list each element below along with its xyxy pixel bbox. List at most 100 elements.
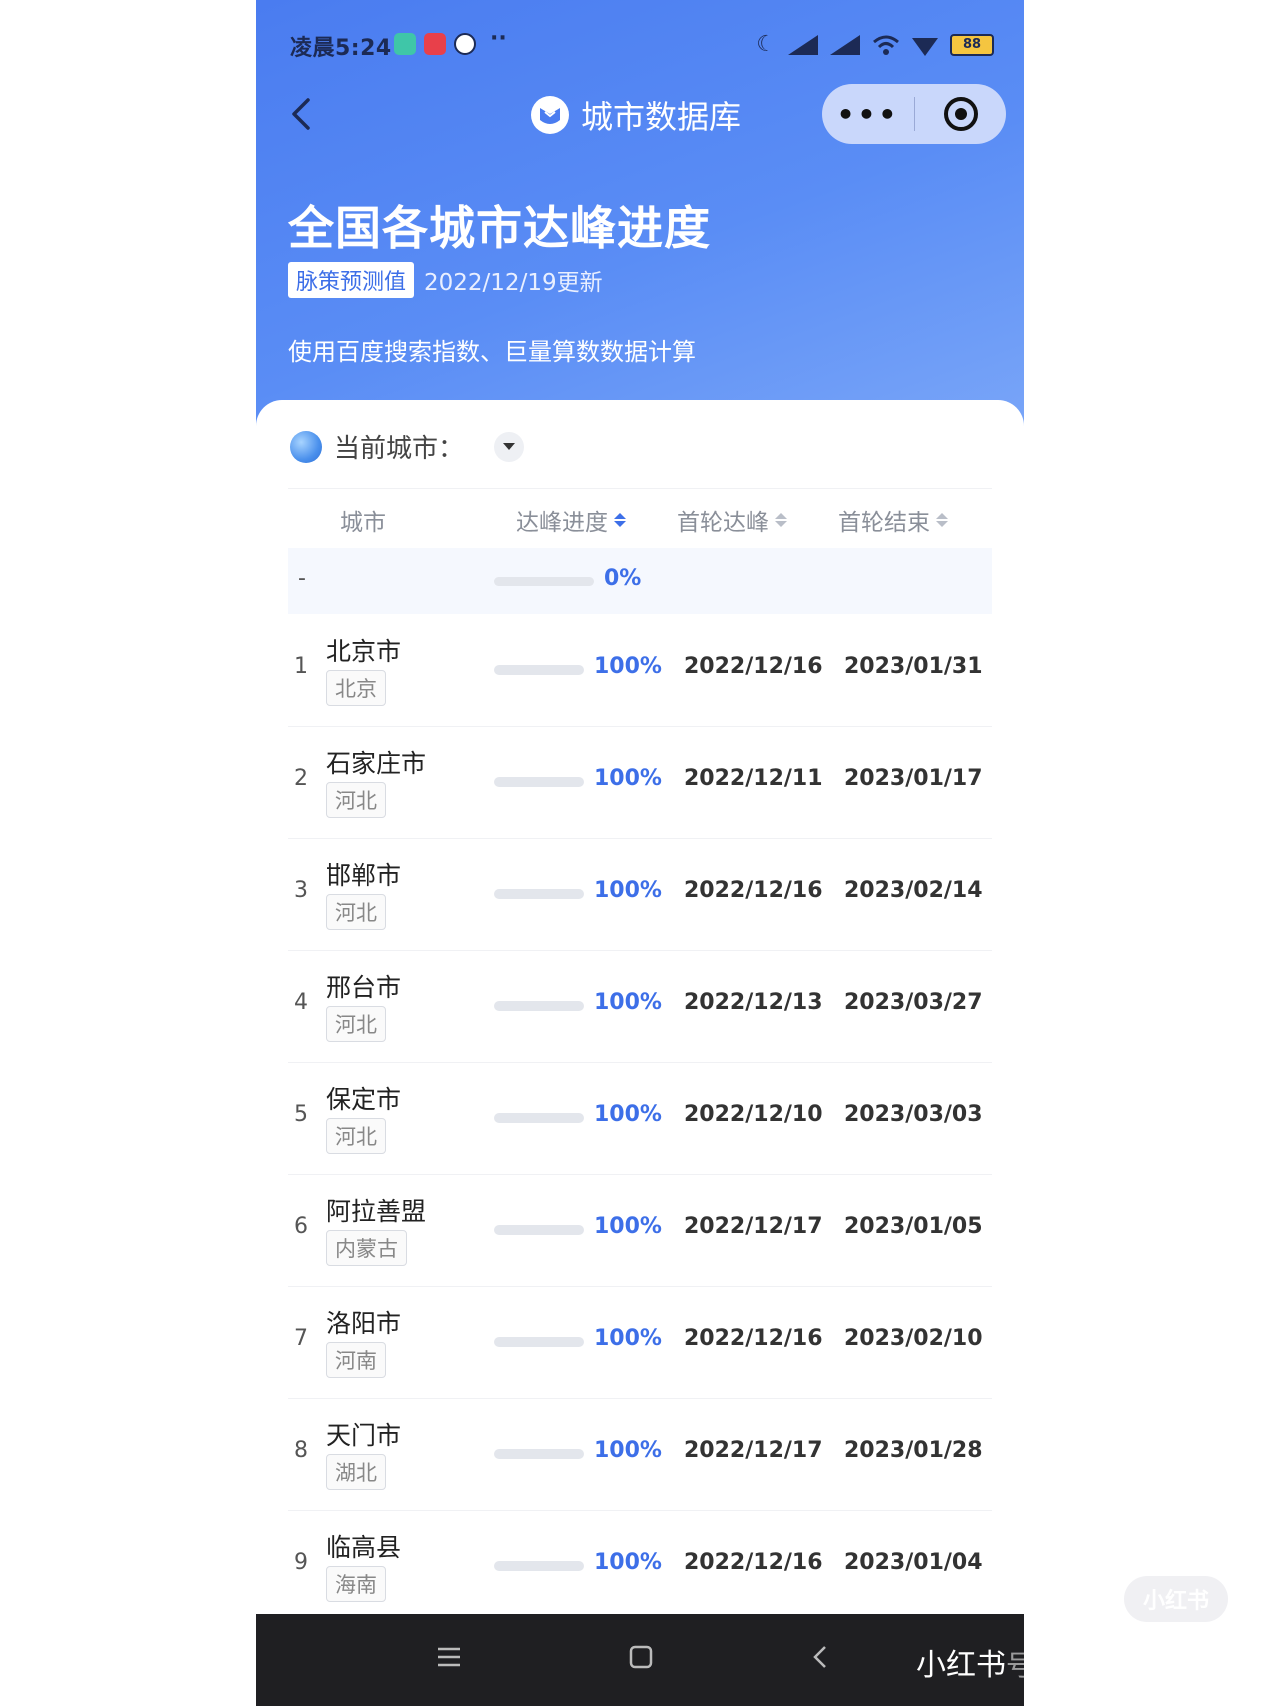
table-row[interactable]: 1 北京市 北京 100% 2022/12/16 2023/01/31 bbox=[288, 614, 992, 727]
back-icon[interactable] bbox=[808, 1644, 834, 1670]
app-green-icon bbox=[394, 33, 416, 55]
more-dots-icon: ·· bbox=[490, 26, 507, 51]
row-city-name: 邯郸市 bbox=[326, 861, 402, 890]
moon-icon: ☾ bbox=[756, 32, 776, 57]
current-city-progress-bar bbox=[494, 577, 594, 586]
row-first-peak: 2022/12/17 bbox=[684, 1214, 823, 1239]
app-red-icon bbox=[424, 33, 446, 55]
table-row[interactable]: 3 邯郸市 河北 100% 2022/12/16 2023/02/14 bbox=[288, 838, 992, 951]
menu-icon[interactable] bbox=[436, 1644, 462, 1670]
table-row[interactable]: 7 洛阳市 河南 100% 2022/12/16 2023/02/10 bbox=[288, 1286, 992, 1399]
city-selector[interactable]: 当前城市： bbox=[290, 428, 525, 465]
row-progress-text: 100% bbox=[594, 654, 662, 679]
signal-hd-icon bbox=[788, 34, 818, 55]
row-progress-bar bbox=[494, 665, 584, 675]
column-first-peak-sort[interactable]: 首轮达峰 bbox=[677, 503, 787, 537]
home-icon[interactable] bbox=[628, 1644, 654, 1670]
row-progress-text: 100% bbox=[594, 766, 662, 791]
sort-icon bbox=[775, 513, 787, 527]
column-city: 城市 bbox=[340, 510, 386, 536]
more-button[interactable]: ••• bbox=[822, 98, 914, 131]
row-first-end: 2023/01/05 bbox=[844, 1214, 983, 1239]
watermark-id: 号: 409686128 bbox=[1006, 1649, 1024, 1682]
watermark: 小红书号: 409686128 bbox=[916, 1640, 1024, 1684]
update-date: 2022/12/19更新 bbox=[424, 270, 603, 296]
row-progress-text: 100% bbox=[594, 1214, 662, 1239]
row-progress-bar bbox=[494, 1001, 584, 1011]
column-first-end-sort[interactable]: 首轮结束 bbox=[838, 503, 948, 537]
dropdown-button[interactable] bbox=[494, 431, 525, 462]
row-rank: 2 bbox=[294, 766, 308, 791]
sort-icon bbox=[614, 513, 626, 527]
row-first-peak: 2022/12/10 bbox=[684, 1102, 823, 1127]
row-first-peak: 2022/12/16 bbox=[684, 1550, 823, 1575]
row-first-peak: 2022/12/16 bbox=[684, 654, 823, 679]
app-logo-icon bbox=[531, 96, 569, 134]
column-progress-sort[interactable]: 达峰进度 bbox=[516, 503, 626, 537]
source-tag: 脉策预测值 bbox=[288, 262, 415, 298]
current-city-progress-text: 0% bbox=[604, 566, 642, 591]
table-header: 城市 达峰进度 首轮达峰 首轮结束 bbox=[288, 488, 992, 547]
row-rank: 1 bbox=[294, 654, 308, 679]
row-progress-bar bbox=[494, 1449, 584, 1459]
row-rank: 3 bbox=[294, 878, 308, 903]
row-city-name: 临高县 bbox=[326, 1533, 402, 1562]
row-province-tag: 河北 bbox=[326, 1006, 386, 1042]
row-city-name: 天门市 bbox=[326, 1421, 402, 1450]
table-row[interactable]: 5 保定市 河北 100% 2022/12/10 2023/03/03 bbox=[288, 1062, 992, 1175]
row-rank: 6 bbox=[294, 1214, 308, 1239]
table-row[interactable]: 2 石家庄市 河北 100% 2022/12/11 2023/01/17 bbox=[288, 726, 992, 839]
row-city-name: 洛阳市 bbox=[326, 1309, 402, 1338]
row-rank: 4 bbox=[294, 990, 308, 1015]
close-button[interactable] bbox=[915, 95, 1006, 133]
row-first-end: 2023/01/04 bbox=[844, 1550, 983, 1575]
row-city-name: 石家庄市 bbox=[326, 749, 427, 778]
globe-icon bbox=[290, 430, 322, 463]
watermark-badge: 小红书 bbox=[1124, 1576, 1228, 1622]
row-city-name: 阿拉善盟 bbox=[326, 1197, 427, 1226]
table-row[interactable]: 6 阿拉善盟内蒙古 100% 2022/12/17 2023/01/05 bbox=[288, 1174, 992, 1287]
row-progress-bar bbox=[494, 1561, 584, 1571]
row-progress-bar bbox=[494, 777, 584, 787]
row-province-tag: 河南 bbox=[326, 1342, 386, 1378]
row-province-tag: 内蒙古 bbox=[326, 1230, 407, 1266]
clock-icon bbox=[454, 33, 476, 55]
row-city-name: 北京市 bbox=[326, 637, 402, 666]
phone-screen: 凌晨5:24 ·· ☾ 88 城市数据库 ••• 全国各城市达峰进度 脉策预测值… bbox=[256, 0, 1024, 1706]
current-city-rank: - bbox=[298, 566, 306, 591]
table-row[interactable]: 9 临高县 海南 100% 2022/12/16 2023/01/04 bbox=[288, 1510, 992, 1623]
row-rank: 8 bbox=[294, 1438, 308, 1463]
row-first-end: 2023/02/10 bbox=[844, 1326, 983, 1351]
wifi-icon bbox=[873, 35, 899, 55]
row-progress-bar bbox=[494, 1113, 584, 1123]
page-title: 全国各城市达峰进度 bbox=[288, 201, 711, 255]
navigation-bar: 城市数据库 ••• bbox=[256, 84, 1024, 144]
status-time: 凌晨5:24 bbox=[290, 36, 392, 61]
row-first-end: 2023/01/28 bbox=[844, 1438, 983, 1463]
status-bar: 凌晨5:24 ·· ☾ 88 bbox=[290, 26, 994, 62]
row-progress-text: 100% bbox=[594, 990, 662, 1015]
row-province-tag: 海南 bbox=[326, 1566, 386, 1602]
chevron-left-icon[interactable] bbox=[282, 94, 322, 134]
row-province-tag: 河北 bbox=[326, 894, 386, 930]
row-progress-text: 100% bbox=[594, 878, 662, 903]
table-row[interactable]: 8 天门市 湖北 100% 2022/12/17 2023/01/28 bbox=[288, 1398, 992, 1511]
city-selector-label: 当前城市： bbox=[334, 434, 465, 464]
row-first-peak: 2022/12/13 bbox=[684, 990, 823, 1015]
table-row[interactable]: 4 邢台市 河北 100% 2022/12/13 2023/03/27 bbox=[288, 950, 992, 1063]
row-progress-text: 100% bbox=[594, 1326, 662, 1351]
row-first-end: 2023/03/03 bbox=[844, 1102, 983, 1127]
row-first-peak: 2022/12/11 bbox=[684, 766, 823, 791]
header-banner: 凌晨5:24 ·· ☾ 88 城市数据库 ••• 全国各城市达峰进度 脉策预测值… bbox=[256, 0, 1024, 440]
system-navigation-bar: 小红书号: 409686128 bbox=[256, 1614, 1024, 1706]
row-progress-bar bbox=[494, 1225, 584, 1235]
data-card: 当前城市： 城市 达峰进度 首轮达峰 首轮结束 - 0% 1 北京市北京 100% 2… bbox=[256, 400, 1024, 1623]
row-first-peak: 2022/12/16 bbox=[684, 878, 823, 903]
current-city-row: - 0% bbox=[288, 548, 992, 614]
row-province-tag: 北京 bbox=[326, 670, 386, 706]
row-province-tag: 湖北 bbox=[326, 1454, 386, 1490]
caret-down-icon bbox=[503, 442, 516, 450]
row-progress-bar bbox=[494, 889, 584, 899]
watermark-brand: 小红书 bbox=[916, 1648, 1006, 1683]
mini-program-capsule: ••• bbox=[822, 84, 1006, 144]
